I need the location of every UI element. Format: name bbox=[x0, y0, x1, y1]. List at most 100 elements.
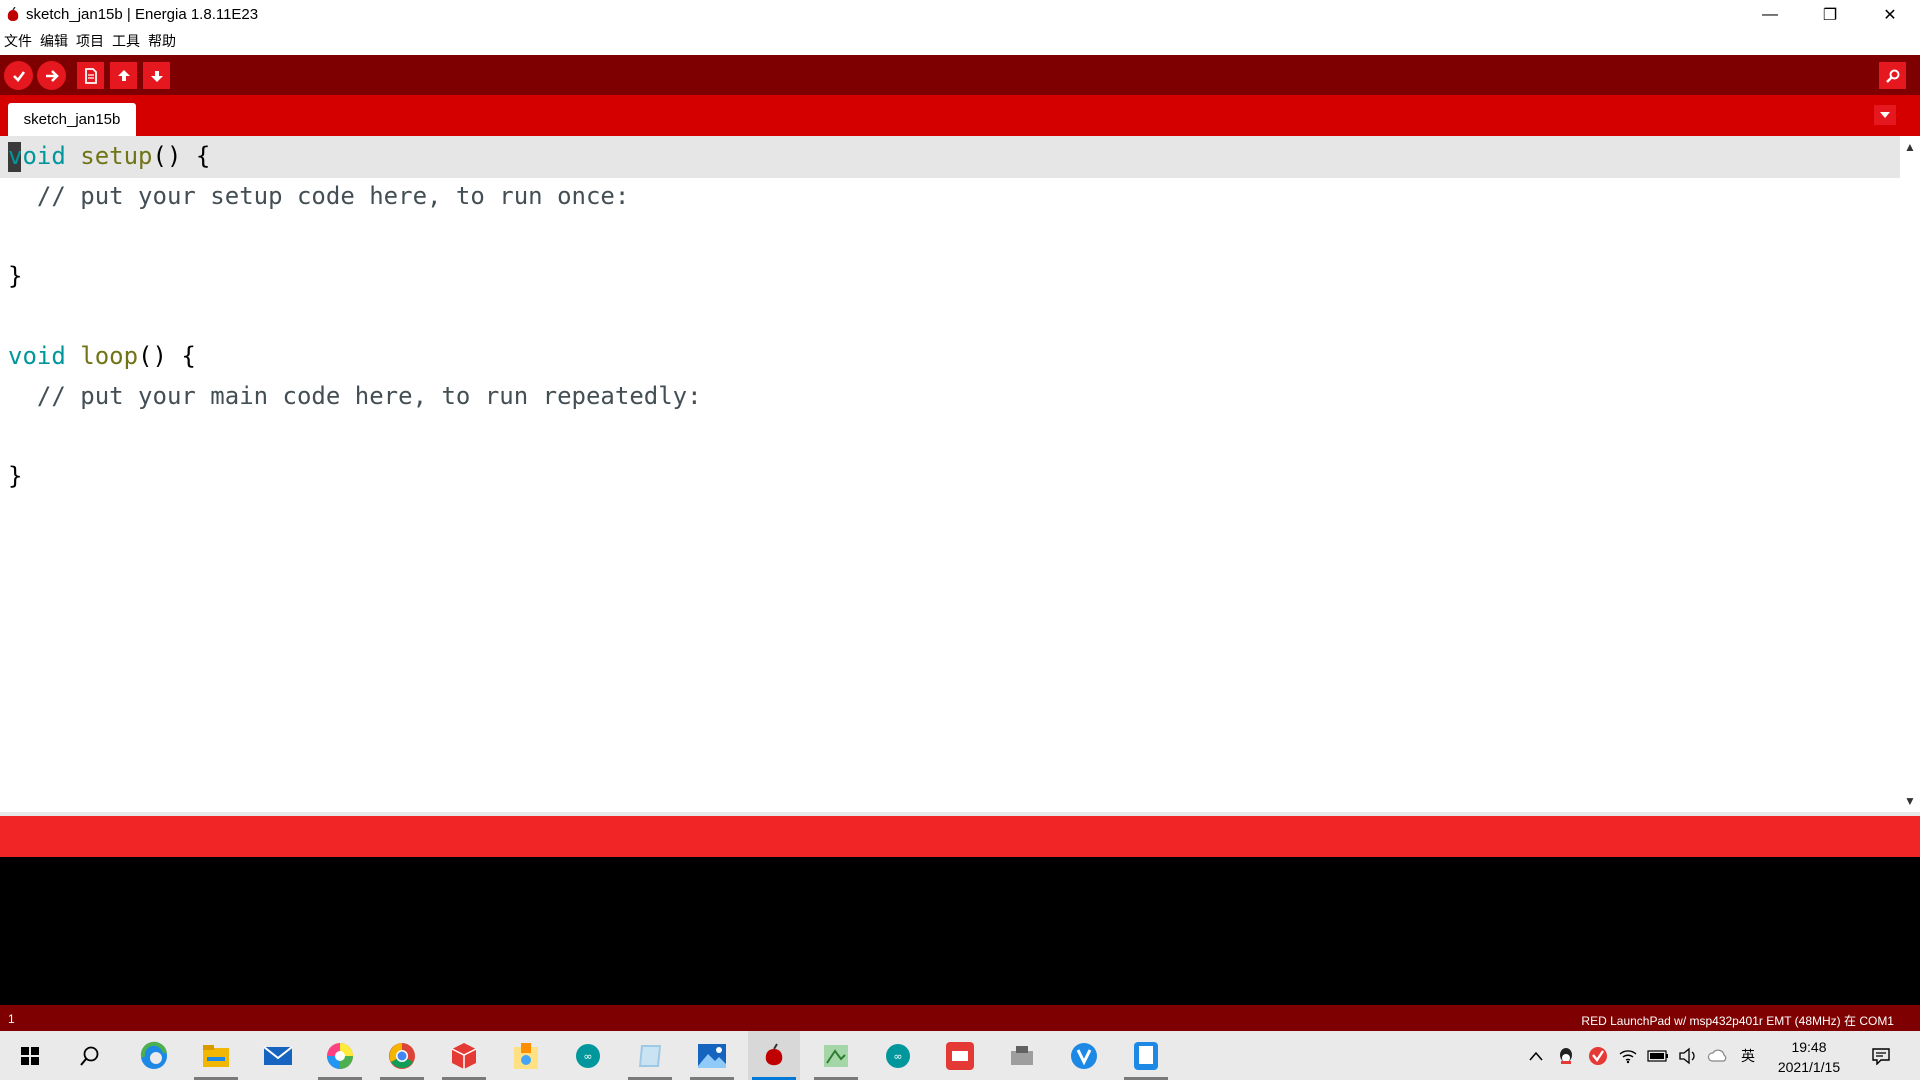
code-keyword: void bbox=[8, 342, 66, 370]
arduino-icon: ∞ bbox=[576, 1043, 600, 1068]
cube-app-icon bbox=[451, 1042, 477, 1069]
code-comment: // put your main code here, to run repea… bbox=[8, 382, 702, 410]
code-line: // put your main code here, to run repea… bbox=[8, 376, 702, 416]
sketch-app-icon bbox=[824, 1044, 848, 1067]
energia-app-icon bbox=[7, 6, 19, 21]
taskbar-energia[interactable] bbox=[748, 1031, 800, 1080]
tray-notifications[interactable] bbox=[1866, 1031, 1896, 1080]
taskbar-sketch-app[interactable] bbox=[810, 1031, 862, 1080]
code-function: setup bbox=[80, 142, 153, 170]
taskbar-search-button[interactable] bbox=[64, 1031, 116, 1080]
new-button[interactable] bbox=[77, 62, 104, 89]
verify-button[interactable] bbox=[4, 61, 33, 90]
tray-battery[interactable] bbox=[1646, 1031, 1670, 1080]
code-comment: // put your setup code here, to run once… bbox=[8, 182, 630, 210]
tray-wifi[interactable] bbox=[1616, 1031, 1640, 1080]
taskbar-arduino-2[interactable]: ∞ bbox=[872, 1031, 924, 1080]
message-area bbox=[0, 816, 1920, 857]
code-text: } bbox=[8, 462, 23, 490]
file-explorer-icon bbox=[203, 1044, 229, 1067]
notification-icon bbox=[1872, 1047, 1890, 1065]
taskbar-v-app[interactable] bbox=[1058, 1031, 1110, 1080]
tab-sketch[interactable]: sketch_jan15b bbox=[8, 103, 136, 136]
tray-clock[interactable]: 19:48 2021/1/15 bbox=[1764, 1037, 1854, 1077]
chevron-down-icon bbox=[1880, 112, 1890, 118]
edge-icon bbox=[140, 1041, 167, 1069]
energia-icon bbox=[765, 1042, 783, 1065]
menu-bar: 文件 编辑 项目 工具 帮助 bbox=[0, 29, 1920, 53]
window-title: sketch_jan15b | Energia 1.8.11E23 bbox=[26, 6, 259, 23]
taskbar-mail[interactable] bbox=[252, 1031, 304, 1080]
save-icon bbox=[150, 70, 163, 82]
device-app-icon bbox=[1011, 1045, 1033, 1065]
code-text: () { bbox=[152, 142, 211, 170]
verify-icon bbox=[12, 70, 25, 82]
console-output[interactable] bbox=[0, 857, 1920, 1005]
open-icon bbox=[117, 69, 130, 81]
scroll-down-icon[interactable]: ▼ bbox=[1904, 794, 1916, 808]
tray-onedrive[interactable] bbox=[1706, 1031, 1730, 1080]
shield-check-icon bbox=[1589, 1046, 1607, 1065]
menu-sketch[interactable]: 项目 bbox=[72, 29, 108, 53]
new-icon bbox=[84, 67, 97, 84]
tab-bar: sketch_jan15b bbox=[0, 95, 1920, 136]
restore-button[interactable]: ❐ bbox=[1800, 0, 1860, 29]
taskbar-youdao[interactable] bbox=[934, 1031, 986, 1080]
taskbar-device-app[interactable] bbox=[996, 1031, 1048, 1080]
code-keyword: void bbox=[8, 142, 66, 170]
upload-button[interactable] bbox=[37, 61, 66, 90]
current-line-highlight bbox=[0, 136, 1900, 178]
wifi-icon bbox=[1619, 1049, 1637, 1063]
scroll-up-icon[interactable]: ▲ bbox=[1904, 140, 1916, 154]
qq-icon bbox=[1560, 1047, 1572, 1064]
minimize-button[interactable]: — bbox=[1740, 0, 1800, 29]
code-text: () { bbox=[138, 342, 196, 370]
taskbar-chrome[interactable] bbox=[376, 1031, 428, 1080]
tray-volume[interactable] bbox=[1676, 1031, 1700, 1080]
code-function: loop bbox=[80, 342, 139, 370]
taskbar-arduino[interactable]: ∞ bbox=[562, 1031, 614, 1080]
clock-date: 2021/1/15 bbox=[1777, 1059, 1841, 1075]
upload-icon bbox=[45, 69, 59, 82]
youdao-icon bbox=[946, 1041, 974, 1070]
mail-icon bbox=[263, 1045, 293, 1065]
taskbar-cube-app[interactable] bbox=[438, 1031, 490, 1080]
open-button[interactable] bbox=[110, 62, 137, 89]
menu-help[interactable]: 帮助 bbox=[144, 29, 180, 53]
menu-edit[interactable]: 编辑 bbox=[36, 29, 72, 53]
code-editor[interactable]: void setup() { // put your setup code he… bbox=[0, 136, 1900, 812]
battery-icon bbox=[1647, 1049, 1668, 1062]
taskbar-file-explorer[interactable] bbox=[190, 1031, 242, 1080]
save-button[interactable] bbox=[143, 62, 170, 89]
code-line: void setup() { bbox=[8, 136, 210, 176]
taskbar-package-app[interactable] bbox=[500, 1031, 552, 1080]
cloud-icon bbox=[1707, 1049, 1727, 1062]
search-icon bbox=[80, 1046, 99, 1066]
title-bar: sketch_jan15b | Energia 1.8.11E23 — ❐ ✕ bbox=[0, 0, 1920, 29]
start-button[interactable] bbox=[4, 1031, 56, 1080]
package-app-icon bbox=[514, 1042, 538, 1069]
vertical-scrollbar[interactable]: ▲ ▼ bbox=[1900, 136, 1920, 812]
code-text: } bbox=[8, 262, 23, 290]
svg-text:∞: ∞ bbox=[583, 1050, 592, 1063]
tray-antivirus[interactable] bbox=[1586, 1031, 1610, 1080]
serial-monitor-button[interactable] bbox=[1879, 62, 1906, 89]
tray-overflow[interactable] bbox=[1524, 1031, 1548, 1080]
tray-qq[interactable] bbox=[1554, 1031, 1578, 1080]
menu-file[interactable]: 文件 bbox=[0, 29, 36, 53]
menu-tools[interactable]: 工具 bbox=[108, 29, 144, 53]
close-button[interactable]: ✕ bbox=[1860, 0, 1920, 29]
taskbar-color-app[interactable] bbox=[314, 1031, 366, 1080]
svg-text:∞: ∞ bbox=[893, 1050, 902, 1063]
taskbar-tablet-app[interactable] bbox=[1120, 1031, 1172, 1080]
tray-ime[interactable]: 英 bbox=[1736, 1031, 1760, 1080]
taskbar-notes-app[interactable] bbox=[624, 1031, 676, 1080]
tab-menu-button[interactable] bbox=[1874, 105, 1896, 125]
tablet-app-icon bbox=[1134, 1041, 1158, 1070]
code-line: } bbox=[8, 456, 22, 496]
taskbar-edge[interactable] bbox=[128, 1031, 180, 1080]
clock-time: 19:48 bbox=[1791, 1039, 1827, 1055]
taskbar-photos[interactable] bbox=[686, 1031, 738, 1080]
volume-icon bbox=[1679, 1047, 1695, 1064]
